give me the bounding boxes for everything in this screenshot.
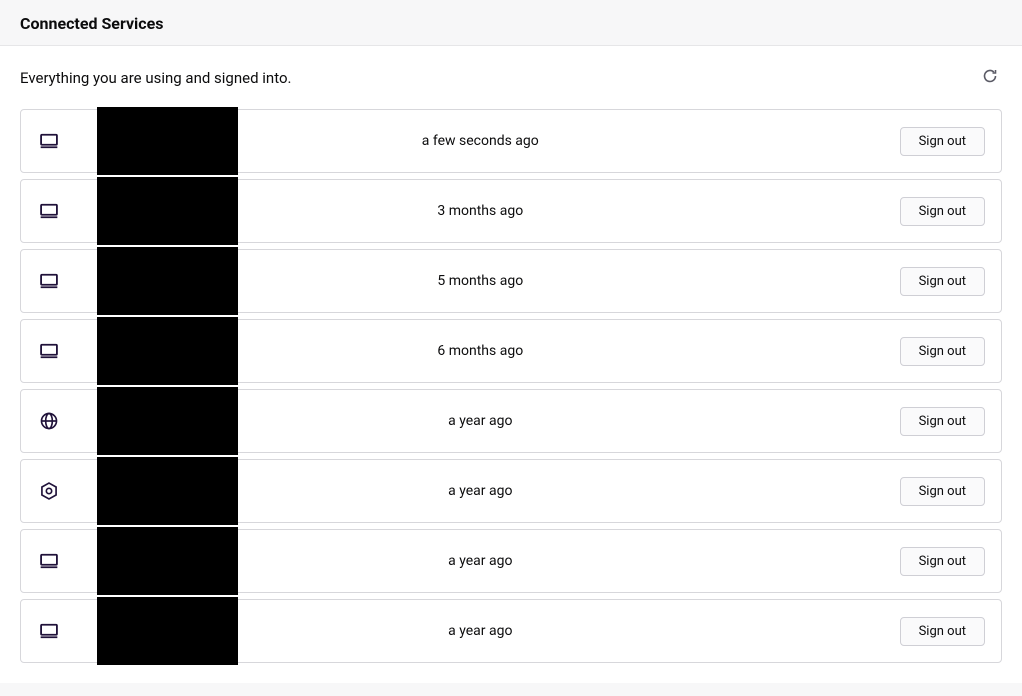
sign-out-button[interactable]: Sign out [900,407,985,436]
sign-out-button[interactable]: Sign out [900,197,985,226]
row-left [37,551,61,571]
redacted-service-name [97,527,238,595]
row-left [37,341,61,361]
desktop-icon [37,341,61,361]
redacted-service-name [97,457,238,525]
sign-out-button[interactable]: Sign out [900,267,985,296]
redacted-service-name [97,597,238,665]
description-text: Everything you are using and signed into… [20,69,291,87]
row-left [37,201,61,221]
refresh-icon [982,72,998,87]
service-row: a year agoSign out [20,389,1002,453]
refresh-button[interactable] [978,64,1002,91]
desktop-icon [37,131,61,151]
service-row: 3 months agoSign out [20,179,1002,243]
row-left [37,621,61,641]
sign-out-button[interactable]: Sign out [900,477,985,506]
page-title: Connected Services [20,14,1002,33]
redacted-service-name [97,177,238,245]
redacted-service-name [97,387,238,455]
globe-icon [37,411,61,431]
redacted-service-name [97,107,238,175]
service-row: 6 months agoSign out [20,319,1002,383]
sub-header: Everything you are using and signed into… [20,64,1002,91]
row-left [37,411,61,431]
desktop-icon [37,551,61,571]
page-header: Connected Services [0,0,1022,46]
sign-out-button[interactable]: Sign out [900,337,985,366]
desktop-icon [37,271,61,291]
row-left [37,131,61,151]
service-row: 5 months agoSign out [20,249,1002,313]
service-row: a year agoSign out [20,599,1002,663]
service-row: a few seconds agoSign out [20,109,1002,173]
sign-out-button[interactable]: Sign out [900,127,985,156]
redacted-service-name [97,247,238,315]
service-row: a year agoSign out [20,459,1002,523]
desktop-icon [37,621,61,641]
sign-out-button[interactable]: Sign out [900,547,985,576]
content-area: Everything you are using and signed into… [0,46,1022,683]
service-row: a year agoSign out [20,529,1002,593]
sign-out-button[interactable]: Sign out [900,617,985,646]
services-list: a few seconds agoSign out3 months agoSig… [20,109,1002,663]
row-left [37,481,61,501]
redacted-service-name [97,317,238,385]
desktop-icon [37,201,61,221]
row-left [37,271,61,291]
addon-icon [37,481,61,501]
